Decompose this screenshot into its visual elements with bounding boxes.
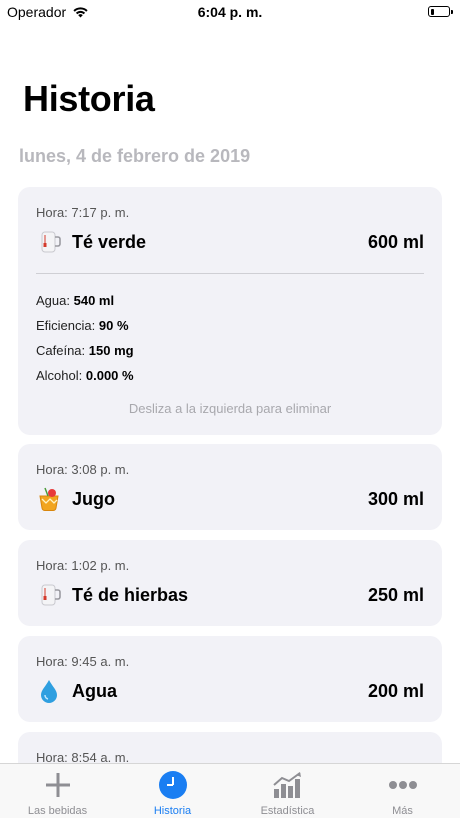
stats-icon (230, 770, 345, 800)
battery-icon (428, 6, 453, 17)
tab-las-bebidas[interactable]: Las bebidas (0, 770, 115, 817)
drink-volume: 250 ml (367, 584, 424, 605)
tab-historia[interactable]: Historia (115, 770, 230, 817)
entry-time-label: Hora: (36, 205, 68, 220)
detail-alcohol: Alcohol: 0.000 % (36, 368, 134, 383)
water-drop-icon (36, 678, 62, 704)
detail-label: Cafeína: (36, 343, 86, 358)
detail-value: 90 % (98, 318, 129, 333)
entry-main-row: Jugo 300 ml (36, 486, 424, 512)
juice-icon (36, 486, 62, 512)
drink-name: Té verde (72, 231, 147, 252)
detail-label: Eficiencia: (36, 318, 96, 333)
entry-main-row: Té verde 600 ml (36, 229, 424, 255)
drink-volume: 200 ml (367, 680, 424, 701)
entry-main-row: Té de hierbas 250 ml (36, 582, 424, 608)
entry-time-value: 3:08 p. m. (71, 462, 130, 477)
drink-volume: 300 ml (367, 488, 424, 509)
plus-icon (0, 770, 115, 800)
entry-time-label: Hora: (36, 462, 68, 477)
detail-water: Agua: 540 ml (36, 293, 114, 308)
tab-label: Las bebidas (27, 805, 88, 817)
status-bar: Operador 6:04 p. m. (0, 0, 460, 26)
entry-time: Hora: 7:17 p. m. (36, 205, 129, 220)
entry-time-value: 7:17 p. m. (71, 205, 130, 220)
tab-label: Historia (153, 805, 192, 817)
entry-time-value: 9:45 a. m. (71, 654, 130, 669)
detail-efficiency: Eficiencia: 90 % (36, 318, 129, 333)
drink-name: Agua (72, 680, 117, 701)
detail-value: 150 mg (88, 343, 134, 358)
drink-name: Jugo (72, 488, 115, 509)
tab-estadistica[interactable]: Estadística (230, 770, 345, 817)
entry-main-row: Agua 200 ml (36, 678, 424, 704)
detail-label: Alcohol: (36, 368, 83, 383)
tea-mug-icon (36, 229, 62, 255)
drink-volume: 600 ml (367, 231, 424, 252)
history-entry[interactable]: Hora: 9:45 a. m. Agua 200 ml (18, 636, 442, 722)
tea-mug-icon (36, 582, 62, 608)
detail-label: Agua: (36, 293, 70, 308)
clock-icon (115, 770, 230, 800)
detail-value: 540 ml (73, 293, 115, 308)
more-icon (345, 770, 460, 800)
status-time: 6:04 p. m. (197, 4, 263, 20)
tab-bar: Las bebidas Historia Estadística Más (0, 763, 460, 818)
entry-time-label: Hora: (36, 558, 68, 573)
date-header: lunes, 4 de febrero de 2019 (19, 146, 251, 166)
divider (36, 273, 424, 274)
tab-mas[interactable]: Más (345, 770, 460, 817)
swipe-hint: Desliza a la izquierda para eliminar (128, 401, 332, 416)
detail-value: 0.000 % (85, 368, 134, 383)
entry-time: Hora: 3:08 p. m. (36, 462, 129, 477)
tab-label: Más (392, 805, 413, 817)
history-entry[interactable]: Hora: 1:02 p. m. Té de hierbas 250 ml (18, 540, 442, 626)
entry-time-value: 1:02 p. m. (71, 558, 130, 573)
tab-label: Estadística (260, 805, 315, 817)
entry-time-label: Hora: (36, 654, 68, 669)
page-title: Historia (23, 78, 155, 119)
drink-name: Té de hierbas (72, 584, 189, 605)
entry-time: Hora: 1:02 p. m. (36, 558, 129, 573)
detail-caffeine: Cafeína: 150 mg (36, 343, 134, 358)
entry-time: Hora: 9:45 a. m. (36, 654, 129, 669)
battery-level (430, 8, 434, 15)
history-entry-expanded[interactable]: Hora: 7:17 p. m. Té verde 600 ml Agua: 5… (18, 187, 442, 435)
history-entry[interactable]: Hora: 3:08 p. m. Jugo 300 ml (18, 444, 442, 530)
